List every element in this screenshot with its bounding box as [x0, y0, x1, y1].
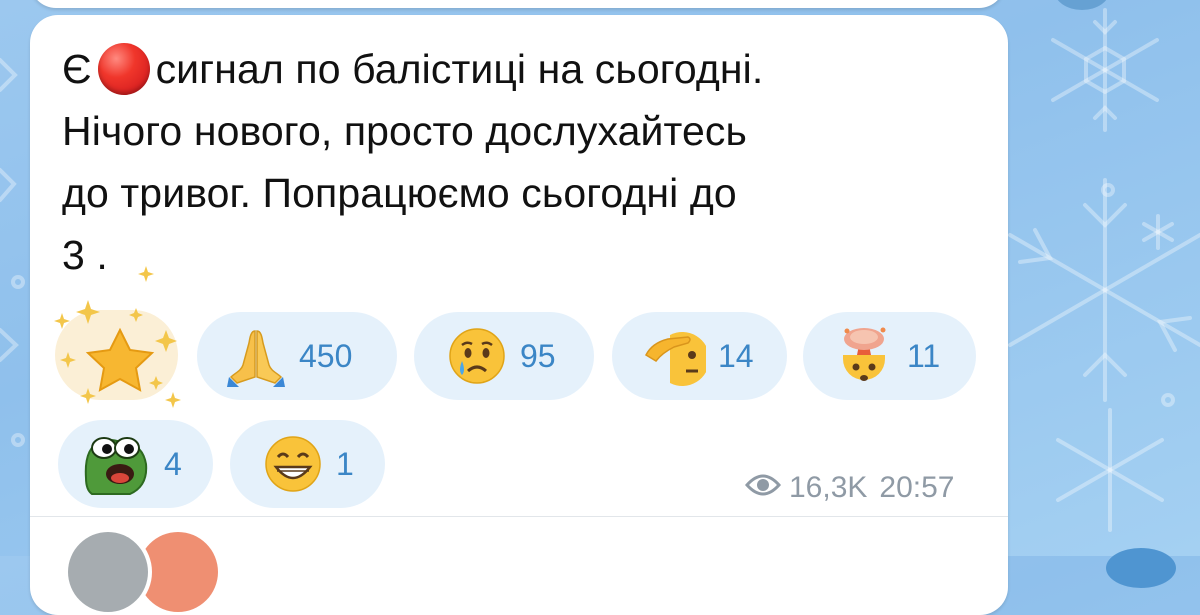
- message-line-3: до тривог. Попрацюємо сьогодні до: [62, 170, 737, 216]
- saluting-face-icon: [644, 325, 706, 387]
- message-line-4: 3 .: [62, 232, 108, 278]
- reaction-grin-count: 1: [336, 445, 354, 482]
- previous-message-bubble: [30, 0, 1005, 8]
- commenter-avatar-2: [138, 532, 218, 612]
- message-line-2: Нічого нового, просто дослухайтесь: [62, 108, 747, 154]
- reaction-frog-count: 4: [164, 445, 182, 482]
- star-sparkle-icon: [54, 266, 181, 408]
- crying-face-icon: [446, 325, 508, 387]
- message-line-1-start: Є: [62, 46, 92, 92]
- reaction-frog-button[interactable]: 4: [58, 420, 213, 508]
- reaction-grin-button[interactable]: 1: [230, 420, 385, 508]
- red-circle-icon: [97, 43, 150, 95]
- reaction-salute-button[interactable]: 14: [612, 312, 787, 400]
- sender-avatar[interactable]: [1054, 0, 1110, 10]
- reaction-pray-button[interactable]: 450: [197, 312, 397, 400]
- channel-avatar[interactable]: [1106, 548, 1176, 588]
- message-text: Єсигнал по балістиці на сьогодні. Нічого…: [62, 38, 962, 286]
- grinning-face-icon: [262, 433, 324, 495]
- exploding-head-icon: [833, 325, 895, 387]
- message-meta: 16,3K 20:57: [744, 470, 955, 506]
- eye-icon: [744, 471, 782, 505]
- comments-divider: [30, 516, 1008, 517]
- view-count: 16,3K: [789, 471, 868, 504]
- reaction-mindblown-count: 11: [907, 337, 941, 374]
- reaction-cry-count: 95: [520, 337, 556, 374]
- reaction-salute-count: 14: [718, 337, 754, 374]
- pepe-frog-icon: [80, 428, 152, 500]
- reaction-cry-button[interactable]: 95: [414, 312, 594, 400]
- message-line-1-end: сигнал по балістиці на сьогодні.: [155, 46, 764, 92]
- message-time: 20:57: [879, 471, 955, 504]
- reaction-mindblown-button[interactable]: 11: [803, 312, 976, 400]
- reaction-pray-count: 450: [299, 337, 353, 374]
- folded-hands-icon: [225, 325, 287, 387]
- commenter-avatar-1: [68, 532, 148, 612]
